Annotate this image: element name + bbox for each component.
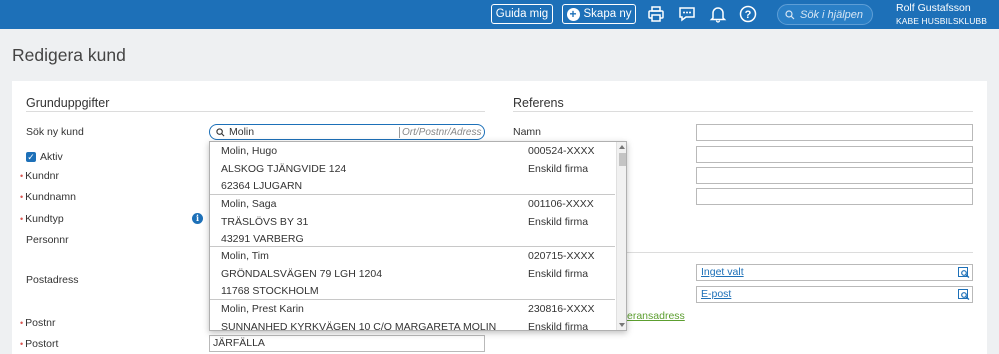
- namn-field[interactable]: [696, 124, 973, 141]
- item-type: Enskild firma: [528, 320, 589, 331]
- item-id: 230816-XXXX: [528, 302, 595, 315]
- kund-search-input[interactable]: Molin Ort/Postnr/Adress: [209, 124, 485, 140]
- list-item[interactable]: Molin, Tim 020715-XXXX GRÖNDALSVÄGEN 79 …: [210, 247, 615, 300]
- skapa-ny-button[interactable]: + Skapa ny: [562, 4, 636, 24]
- item-street: GRÖNDALSVÄGEN 79 LGH 1204: [221, 268, 383, 280]
- section-heading-referens: Referens: [513, 96, 564, 110]
- section-divider: [26, 111, 485, 112]
- postnr-label: • Postnr: [20, 317, 56, 329]
- inget-valt-link[interactable]: Inget valt: [701, 266, 744, 278]
- item-id: 000524-XXXX: [528, 145, 595, 157]
- kund-search-value: Molin: [229, 126, 255, 138]
- skapa-ny-label: Skapa ny: [583, 8, 632, 20]
- section-heading-grunduppgifter: Grunduppgifter: [26, 96, 110, 110]
- search-icon: [785, 9, 795, 19]
- postort-field[interactable]: JÄRFÄLLA: [209, 335, 485, 352]
- dropdown-scrollbar[interactable]: [616, 142, 626, 330]
- item-type: Enskild firma: [528, 268, 589, 280]
- help-search-placeholder: Sök i hjälpen: [800, 8, 863, 21]
- scroll-down-arrow-icon[interactable]: [619, 323, 625, 327]
- bell-icon[interactable]: [709, 5, 727, 23]
- postort-label: • Postort: [20, 338, 59, 350]
- help-search-input[interactable]: Sök i hjälpen: [777, 4, 873, 25]
- item-city: 62364 LJUGARN: [221, 180, 303, 192]
- item-name: Molin, Tim: [221, 250, 269, 262]
- section-divider: [513, 111, 973, 112]
- item-name: Molin, Hugo: [221, 145, 278, 157]
- user-name: Rolf Gustafsson: [896, 2, 971, 14]
- item-name: Molin, Saga: [221, 197, 277, 210]
- section-divider: [627, 252, 973, 253]
- printer-icon[interactable]: [647, 5, 665, 23]
- referens-field-4[interactable]: [696, 188, 973, 205]
- lookup-icon[interactable]: [958, 289, 970, 300]
- guida-mig-label: Guida mig: [495, 8, 549, 20]
- user-org: KABE HUSBILSKLUBB: [896, 16, 987, 26]
- kund-search-placeholder: Ort/Postnr/Adress: [399, 126, 481, 138]
- item-id: 001106-XXXX: [528, 197, 594, 210]
- personnr-label: Personnr: [26, 234, 69, 246]
- list-item[interactable]: Molin, Saga 001106-XXXX TRÄSLÖVS BY 31 E…: [210, 195, 615, 247]
- lookup-icon[interactable]: [958, 267, 970, 278]
- item-name: Molin, Prest Karin: [221, 302, 304, 315]
- page-title: Redigera kund: [12, 45, 126, 65]
- referens-field-2[interactable]: [696, 146, 973, 163]
- help-icon[interactable]: ?: [739, 5, 757, 23]
- guida-mig-button[interactable]: Guida mig: [491, 4, 553, 24]
- scrollbar-thumb[interactable]: [619, 153, 626, 166]
- e-post-field[interactable]: E-post: [696, 286, 973, 303]
- namn-label: Namn: [513, 126, 542, 138]
- aktiv-checkbox[interactable]: ✓: [26, 152, 36, 162]
- user-menu[interactable]: Rolf Gustafsson KABE HUSBILSKLUBB: [896, 3, 987, 27]
- item-city: 43291 VARBERG: [221, 232, 304, 245]
- postort-value: JÄRFÄLLA: [213, 337, 265, 349]
- e-post-link[interactable]: E-post: [701, 288, 731, 300]
- info-icon[interactable]: i: [192, 213, 203, 224]
- kundnr-label: • Kundnr: [20, 170, 60, 182]
- aktiv-label: Aktiv: [40, 151, 63, 163]
- item-street: SUNNANHED KYRKVÄGEN 10 C/O MARGARETA MOL…: [221, 320, 497, 331]
- svg-text:?: ?: [745, 9, 752, 21]
- item-type: Enskild firma: [528, 215, 589, 228]
- postadress-label: Postadress: [26, 274, 79, 286]
- item-street: ALSKOG TJÄNGVIDE 124: [221, 163, 347, 175]
- sok-ny-kund-label: Sök ny kund: [26, 126, 84, 138]
- item-city: 11768 STOCKHOLM: [221, 285, 319, 297]
- item-type: Enskild firma: [528, 163, 589, 175]
- list-item[interactable]: Molin, Hugo 000524-XXXX ALSKOG TJÄNGVIDE…: [210, 142, 615, 195]
- chat-icon[interactable]: [678, 5, 696, 23]
- item-id: 020715-XXXX: [528, 250, 595, 262]
- plus-icon: +: [566, 7, 580, 21]
- kund-search-dropdown: Molin, Hugo 000524-XXXX ALSKOG TJÄNGVIDE…: [209, 141, 627, 331]
- kundtyp-label: • Kundtyp: [20, 213, 64, 225]
- scroll-up-arrow-icon[interactable]: [619, 145, 625, 149]
- top-bar: Guida mig + Skapa ny ? Sök i hjälpen Rol…: [0, 0, 999, 29]
- search-icon: [216, 127, 225, 136]
- item-street: TRÄSLÖVS BY 31: [221, 215, 309, 228]
- referens-field-3[interactable]: [696, 167, 973, 184]
- inget-valt-field[interactable]: Inget valt: [696, 264, 973, 281]
- list-item[interactable]: Molin, Prest Karin 230816-XXXX SUNNANHED…: [210, 300, 615, 331]
- kundnamn-label: • Kundnamn: [20, 191, 76, 203]
- leveransadress-link[interactable]: eransadress: [627, 310, 685, 322]
